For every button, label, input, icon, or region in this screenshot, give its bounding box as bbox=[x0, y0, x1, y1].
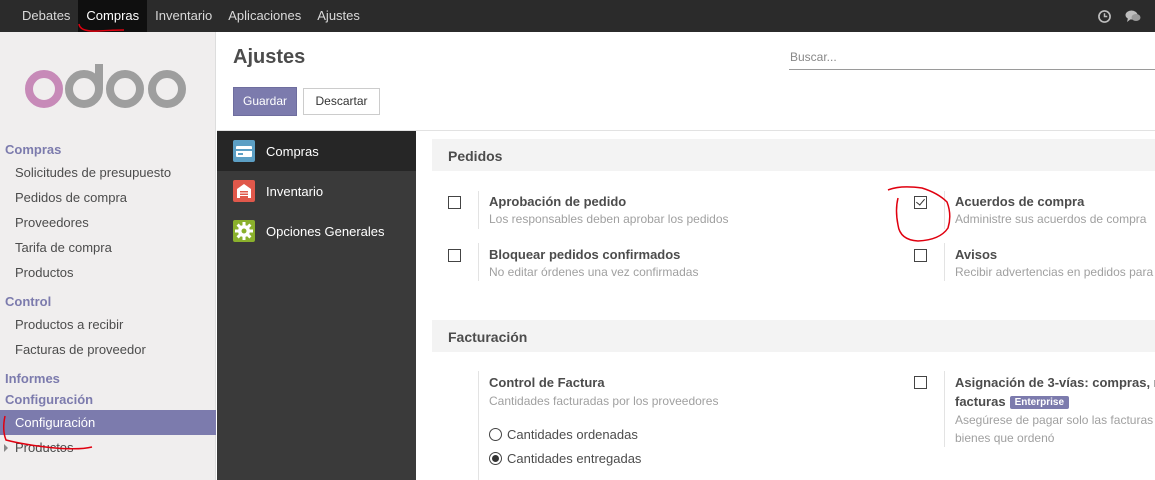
checkbox-bloquear-pedidos[interactable] bbox=[448, 249, 461, 262]
settings-content: Pedidos Aprobación de pedido Los respons… bbox=[416, 131, 1155, 480]
divider bbox=[944, 371, 945, 447]
setting-title-3-vias-line2: facturas Enterprise bbox=[955, 394, 1070, 409]
checkbox-aprobacion-pedido[interactable] bbox=[448, 196, 461, 209]
sidebar-item-config-productos[interactable]: Productos bbox=[0, 435, 216, 460]
sidebar-section-configuracion[interactable]: Configuración bbox=[0, 389, 216, 410]
setting-title-3-vias-text: facturas bbox=[955, 394, 1006, 409]
setting-desc-avisos: Recibir advertencias en pedidos para pro… bbox=[955, 265, 1155, 279]
top-menu-inventario[interactable]: Inventario bbox=[147, 0, 220, 32]
setting-desc-3-vias: Asegúrese de pagar solo las facturas de … bbox=[955, 413, 1155, 427]
sidebar-section-control[interactable]: Control bbox=[0, 291, 216, 312]
discard-button[interactable]: Descartar bbox=[303, 88, 380, 115]
divider bbox=[944, 243, 945, 281]
sidebar-item-facturas[interactable]: Facturas de proveedor bbox=[0, 337, 216, 362]
top-menu-aplicaciones[interactable]: Aplicaciones bbox=[220, 0, 309, 32]
setting-title-avisos: Avisos bbox=[955, 247, 998, 262]
top-menu: Debates Compras Inventario Aplicaciones … bbox=[0, 0, 368, 32]
sidebar-item-solicitudes[interactable]: Solicitudes de presupuesto bbox=[0, 160, 216, 185]
setting-title-acuerdos: Acuerdos de compra bbox=[955, 194, 1085, 209]
app-tab-label: Opciones Generales bbox=[266, 223, 385, 239]
top-menu-compras[interactable]: Compras bbox=[78, 0, 148, 32]
setting-desc-3-vias-line2: bienes que ordenó bbox=[955, 431, 1055, 445]
checkbox-asignacion-3-vias[interactable] bbox=[914, 376, 927, 389]
odoo-logo[interactable] bbox=[22, 64, 192, 114]
sidebar-item-pedidos[interactable]: Pedidos de compra bbox=[0, 185, 216, 210]
app-tab-label: Inventario bbox=[266, 183, 324, 199]
caret-right-icon bbox=[4, 444, 8, 452]
app-tab-label: Compras bbox=[266, 143, 319, 159]
app-tab-compras[interactable]: Compras bbox=[217, 131, 416, 171]
control-panel: Ajustes Guardar Descartar bbox=[217, 32, 1155, 131]
page-title: Ajustes bbox=[233, 46, 306, 68]
save-button[interactable]: Guardar bbox=[233, 87, 297, 116]
gear-icon bbox=[233, 220, 255, 242]
inventory-icon bbox=[233, 180, 255, 202]
chat-icon[interactable] bbox=[1125, 10, 1141, 23]
divider bbox=[478, 191, 479, 229]
section-header-facturacion: Facturación bbox=[432, 320, 1155, 352]
purchase-icon bbox=[233, 140, 255, 162]
sidebar-item-tarifa[interactable]: Tarifa de compra bbox=[0, 235, 216, 260]
sidebar-item-productos[interactable]: Productos bbox=[0, 260, 216, 285]
divider bbox=[478, 371, 479, 480]
sidebar-item-proveedores[interactable]: Proveedores bbox=[0, 210, 216, 235]
checkbox-acuerdos-compra[interactable] bbox=[914, 196, 927, 209]
setting-desc-acuerdos: Administre sus acuerdos de compra bbox=[955, 212, 1147, 226]
setting-title-bloquear: Bloquear pedidos confirmados bbox=[489, 247, 681, 262]
setting-desc-control-factura: Cantidades facturadas por los proveedore… bbox=[489, 394, 719, 408]
clock-icon[interactable] bbox=[1098, 9, 1111, 23]
sidebar-item-label: Productos bbox=[15, 440, 74, 455]
setting-title-control-factura: Control de Factura bbox=[489, 375, 605, 390]
enterprise-badge: Enterprise bbox=[1009, 396, 1070, 409]
setting-title-3-vias: Asignación de 3-vías: compras, recepcion… bbox=[955, 375, 1155, 390]
divider bbox=[478, 243, 479, 281]
sidebar-section-informes[interactable]: Informes bbox=[0, 368, 216, 389]
top-menu-debates[interactable]: Debates bbox=[14, 0, 78, 32]
sidebar-item-productos-recibir[interactable]: Productos a recibir bbox=[0, 312, 216, 337]
radio-cantidades-entregadas[interactable] bbox=[489, 452, 502, 465]
sidebar: Compras Solicitudes de presupuesto Pedid… bbox=[0, 32, 216, 480]
setting-desc-bloquear: No editar órdenes una vez confirmadas bbox=[489, 265, 699, 279]
setting-desc-aprobacion: Los responsables deben aprobar los pedid… bbox=[489, 212, 729, 226]
section-header-pedidos: Pedidos bbox=[432, 139, 1155, 171]
section-title: Pedidos bbox=[448, 148, 503, 164]
radio-label-ordenadas: Cantidades ordenadas bbox=[507, 427, 638, 442]
app-tab-inventario[interactable]: Inventario bbox=[217, 171, 416, 211]
top-navbar: Debates Compras Inventario Aplicaciones … bbox=[0, 0, 1155, 32]
radio-cantidades-ordenadas[interactable] bbox=[489, 428, 502, 441]
sidebar-item-configuracion[interactable]: Configuración bbox=[0, 410, 216, 435]
setting-title-aprobacion: Aprobación de pedido bbox=[489, 194, 627, 209]
sidebar-section-compras[interactable]: Compras bbox=[0, 139, 216, 160]
settings-app-list: Compras Inventario Opciones Generales bbox=[217, 131, 416, 480]
checkbox-avisos[interactable] bbox=[914, 249, 927, 262]
search-input[interactable] bbox=[789, 44, 1155, 70]
app-tab-opciones-generales[interactable]: Opciones Generales bbox=[217, 211, 416, 251]
radio-label-entregadas: Cantidades entregadas bbox=[507, 451, 642, 466]
section-title: Facturación bbox=[448, 329, 528, 345]
sidebar-menu: Compras Solicitudes de presupuesto Pedid… bbox=[0, 139, 216, 460]
top-menu-ajustes[interactable]: Ajustes bbox=[309, 0, 368, 32]
divider bbox=[944, 191, 945, 229]
top-icons bbox=[1098, 0, 1141, 32]
